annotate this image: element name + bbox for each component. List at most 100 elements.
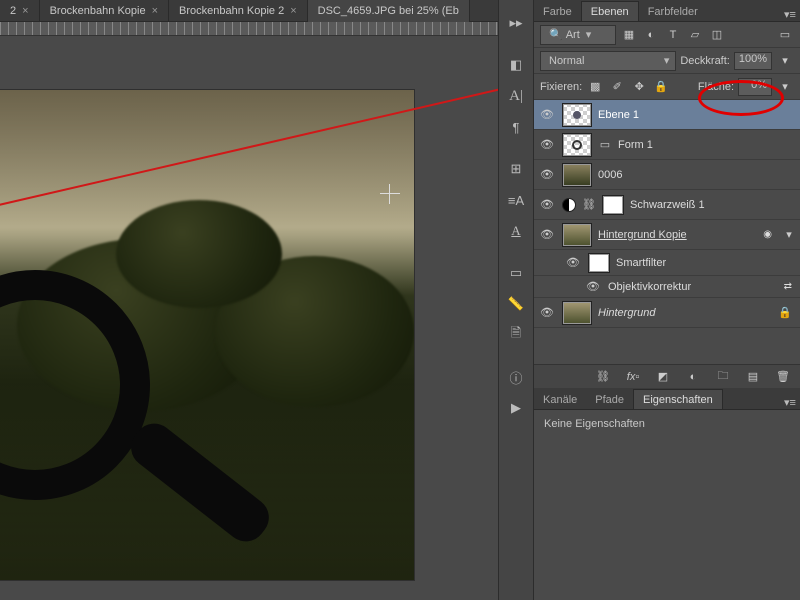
layer-thumbnail[interactable] [562,133,592,157]
lock-all-icon[interactable]: 🔒 [652,78,670,96]
layer-row[interactable]: 👁 Objektivkorrektur ⇄ [534,276,800,298]
tab-channels[interactable]: Kanäle [534,390,586,409]
visibility-icon[interactable]: 👁 [584,280,602,293]
link-icon[interactable]: ⛓ [582,198,596,212]
properties-panel-body: Keine Eigenschaften [534,410,800,438]
layer-row[interactable]: 👁 ⛓ Schwarzweiß 1 [534,190,800,220]
lock-image-icon[interactable]: ✐ [608,78,626,96]
filter-smart-icon[interactable]: ◫ [708,26,726,44]
annotations-icon[interactable]: 🗎 [502,321,530,349]
layer-filter-dropdown[interactable]: 🔍Art▾ [540,25,616,45]
opacity-arrow-icon[interactable]: ▾ [776,52,794,70]
layer-name[interactable]: Hintergrund [598,307,655,319]
visibility-icon[interactable]: 👁 [564,256,582,269]
layers-footer: ⛓ fx▫ ◩ ◐ 🗀 ▤ 🗑 [534,364,800,388]
layer-name[interactable]: Ebene 1 [598,109,639,121]
layer-name[interactable]: Objektivkorrektur [608,281,691,293]
filter-mask-thumbnail[interactable] [588,253,610,273]
fill-value: 0% [751,79,767,91]
layer-row[interactable]: 👁 ▭ Form 1 [534,130,800,160]
panel-tabbar-properties: Kanäle Pfade Eigenschaften ▾≡ [534,388,800,410]
layer-row[interactable]: 👁 Hintergrund 🔒 [534,298,800,328]
document-tab[interactable]: 2× [0,0,40,22]
filter-shape-icon[interactable]: ▱ [686,26,704,44]
styles-panel-icon[interactable]: ≡A [502,186,530,214]
magnifier-handle-shape [123,416,277,550]
layer-row[interactable]: 👁 Hintergrund Kopie ◉ ▾ [534,220,800,250]
filter-blend-icon[interactable]: ⇄ [784,281,792,292]
measure-panel-icon[interactable]: 📏 [502,290,530,318]
visibility-icon[interactable]: 👁 [538,306,556,319]
fill-label: Fläche: [698,81,734,93]
properties-empty-text: Keine Eigenschaften [544,418,645,430]
vector-mask-icon[interactable]: ▭ [598,138,612,152]
add-mask-icon[interactable]: ◩ [654,368,672,386]
new-layer-icon[interactable]: ▤ [744,368,762,386]
layer-fx-icon[interactable]: fx▫ [624,368,642,386]
fill-input[interactable]: 0% [738,78,772,96]
paragraph-panel-icon[interactable]: ¶ [502,113,530,141]
tab-paths[interactable]: Pfade [586,390,633,409]
tab-color[interactable]: Farbe [534,2,581,21]
layer-thumbnail[interactable] [562,301,592,325]
layer-name[interactable]: Schwarzweiß 1 [630,199,705,211]
new-adjustment-icon[interactable]: ◐ [684,368,702,386]
panel-tabbar-layers: Farbe Ebenen Farbfelder ▾≡ [534,0,800,22]
panel-menu-icon[interactable]: ▾≡ [780,396,800,409]
document-tab[interactable]: Brockenbahn Kopie× [40,0,169,22]
document-tab[interactable]: Brockenbahn Kopie 2× [169,0,308,22]
opacity-input[interactable]: 100% [734,52,772,70]
blend-mode-dropdown[interactable]: Normal ▾ [540,51,676,71]
tab-swatches[interactable]: Farbfelder [639,2,707,21]
layer-thumbnail[interactable] [562,103,592,127]
visibility-icon[interactable]: 👁 [538,138,556,151]
notes-panel-icon[interactable]: ▭ [502,259,530,287]
layer-name[interactable]: Smartfilter [616,257,666,269]
visibility-icon[interactable]: 👁 [538,108,556,121]
document-image[interactable] [0,90,414,580]
tab-layers[interactable]: Ebenen [581,1,639,21]
layer-row[interactable]: 👁 Ebene 1 [534,100,800,130]
layer-thumbnail[interactable] [562,223,592,247]
layer-row[interactable]: 👁 Smartfilter [534,250,800,276]
filter-pixel-icon[interactable]: ▦ [620,26,638,44]
info-panel-icon[interactable]: ⓘ [502,363,530,391]
close-icon[interactable]: × [152,5,158,17]
character-panel-icon[interactable]: A| [502,82,530,110]
filter-toggle-switch[interactable]: ▭ [776,26,794,44]
play-icon[interactable]: ▶ [502,394,530,422]
expand-icon[interactable]: ▾ [782,228,796,242]
layer-row[interactable]: 👁 0006 [534,160,800,190]
layer-list: 👁 Ebene 1 👁 ▭ Form 1 👁 0006 👁 ⛓ Schwarzw… [534,100,800,328]
fill-arrow-icon[interactable]: ▾ [776,78,794,96]
panel-menu-icon[interactable]: ▾≡ [780,8,800,21]
visibility-icon[interactable]: 👁 [538,168,556,181]
layer-name[interactable]: 0006 [598,169,622,181]
mask-thumbnail[interactable] [602,195,624,215]
lock-label: Fixieren: [540,81,582,93]
panel-menu-icon[interactable]: ▸▸ [502,9,530,37]
blend-opacity-row: Normal ▾ Deckkraft: 100% ▾ [534,48,800,74]
document-tab-active[interactable]: DSC_4659.JPG bei 25% (Eb [308,0,470,22]
filter-adjust-icon[interactable]: ◐ [642,26,660,44]
collapsed-panel-strip: ▸▸ ◧ A| ¶ ⊞ ≡A A ▭ 📏 🗎 ⓘ ▶ [498,0,534,600]
delete-layer-icon[interactable]: 🗑 [774,368,792,386]
char-styles-icon[interactable]: A [502,217,530,245]
layer-name[interactable]: Form 1 [618,139,653,151]
canvas-area[interactable] [0,36,498,600]
close-icon[interactable]: × [22,5,28,17]
lock-position-icon[interactable]: ✥ [630,78,648,96]
close-icon[interactable]: × [290,5,296,17]
visibility-icon[interactable]: 👁 [538,228,556,241]
new-group-icon[interactable]: 🗀 [714,368,732,386]
link-layers-icon[interactable]: ⛓ [594,368,612,386]
tab-properties[interactable]: Eigenschaften [633,389,723,409]
filter-type-icon[interactable]: T [664,26,682,44]
lock-transparent-icon[interactable]: ▩ [586,78,604,96]
visibility-icon[interactable]: 👁 [538,198,556,211]
glyphs-panel-icon[interactable]: ⊞ [502,155,530,183]
history-panel-icon[interactable]: ◧ [502,51,530,79]
adjustment-icon [562,198,576,212]
layer-name[interactable]: Hintergrund Kopie [598,229,687,241]
layer-thumbnail[interactable] [562,163,592,187]
